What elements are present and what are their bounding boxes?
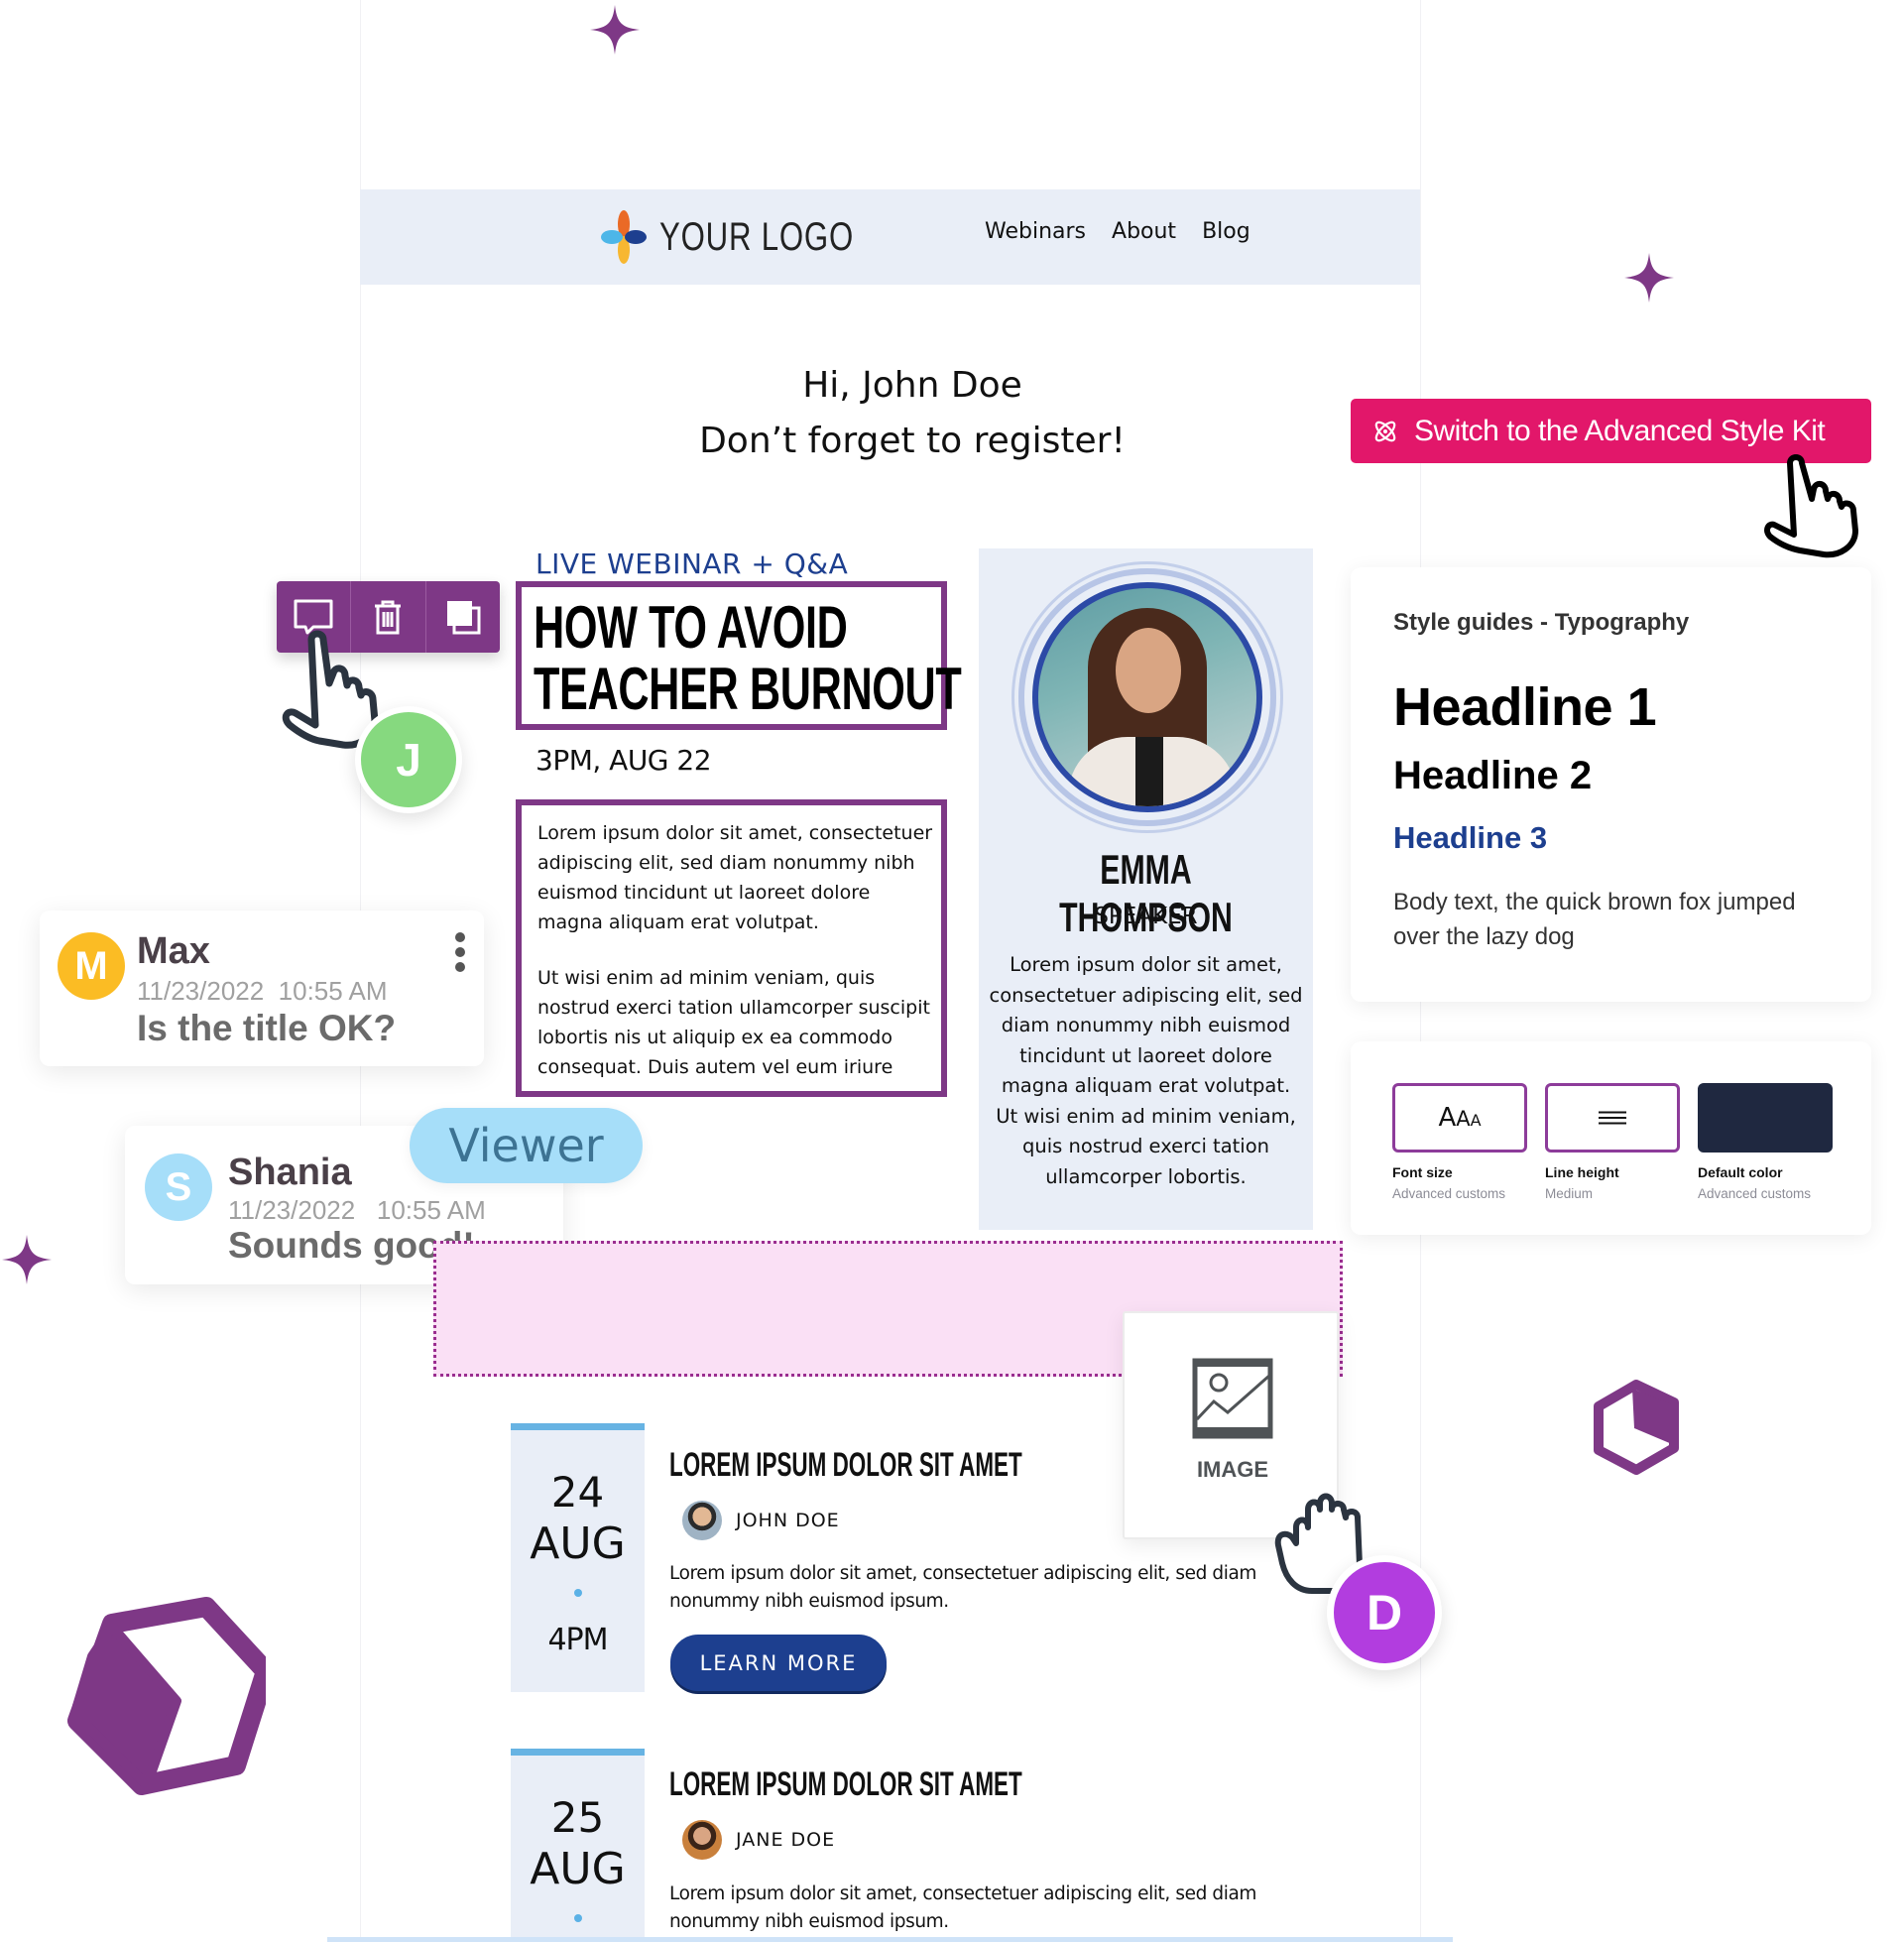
body-text-sample[interactable]: Body text, the quick brown fox jumped ov… — [1393, 885, 1810, 954]
style-guide-card: Style guides - Typography Headline 1 Hea… — [1351, 567, 1871, 1002]
greeting-name: Hi, John Doe — [802, 365, 1022, 406]
logo-text: YOUR LOGO — [659, 214, 854, 259]
event-day: 25 — [550, 1793, 605, 1842]
nav-link-about[interactable]: About — [1112, 219, 1176, 244]
font-size-swatch[interactable]: AAA — [1392, 1083, 1527, 1153]
author-avatar — [682, 1501, 722, 1540]
comment-author: Max — [137, 930, 210, 972]
logo-flower-icon — [601, 210, 647, 264]
event-date-dot — [573, 1914, 582, 1922]
comment-avatar: M — [58, 932, 125, 1000]
event-date-dot — [573, 1589, 582, 1597]
comment-timestamp: 11/23/2022 10:55 AM — [228, 1195, 486, 1226]
sparkle-icon — [590, 5, 640, 55]
hexagon-cube-icon — [67, 1597, 266, 1795]
comment-author: Shania — [228, 1152, 352, 1193]
event-description: Lorem ipsum dolor sit amet, consectetuer… — [669, 1883, 1257, 1932]
webinar-title-line1: HOW TO AVOID — [534, 594, 848, 661]
webinar-datetime: 3PM, AUG 22 — [536, 744, 712, 777]
headline-2-sample[interactable]: Headline 2 — [1393, 754, 1592, 798]
pointer-hand-cursor-icon — [1764, 454, 1858, 558]
navbar: YOUR LOGO Webinars About Blog — [360, 189, 1420, 285]
learn-more-button[interactable]: LEARN MORE — [670, 1635, 887, 1691]
speaker-role: SPEAKER — [1094, 904, 1198, 929]
webinar-title-box[interactable]: HOW TO AVOID TEACHER BURNOUT — [516, 581, 962, 730]
webinar-title-line2: TEACHER BURNOUT — [534, 656, 962, 722]
duplicate-button[interactable] — [426, 581, 500, 653]
event-author: JOHN DOE — [682, 1501, 840, 1540]
default-color-property[interactable]: Default color Advanced customs — [1698, 1083, 1833, 1201]
line-height-swatch[interactable] — [1545, 1083, 1680, 1153]
duplicate-icon — [446, 601, 481, 635]
hexagon-cube-icon-small — [1594, 1380, 1679, 1475]
default-color-value: Advanced customs — [1698, 1186, 1812, 1201]
sparkle-icon — [2, 1235, 52, 1284]
author-name: JOHN DOE — [736, 1510, 840, 1531]
collaborator-avatar-d[interactable]: D — [1327, 1555, 1442, 1670]
event-title: LOREM IPSUM DOLOR SIT AMET — [669, 1765, 1022, 1803]
font-size-value: Advanced customs — [1392, 1186, 1506, 1201]
atom-icon — [1374, 421, 1396, 441]
webinar-body-box[interactable]: Lorem ipsum dolor sit amet, consectetuer… — [516, 799, 947, 1097]
line-height-icon — [1599, 1111, 1626, 1125]
event-title: LOREM IPSUM DOLOR SIT AMET — [669, 1446, 1022, 1484]
event-date-column: 25 AUG — [511, 1749, 645, 1942]
nav-link-blog[interactable]: Blog — [1202, 219, 1250, 244]
default-color-label: Default color — [1698, 1164, 1783, 1180]
style-guide-title: Style guides - Typography — [1393, 609, 1690, 636]
event-month: AUG — [530, 1518, 626, 1569]
webinar-body-paragraph: Lorem ipsum dolor sit amet, consectetuer… — [537, 822, 933, 933]
nav-links: Webinars About Blog — [985, 219, 1250, 244]
nav-link-webinars[interactable]: Webinars — [985, 219, 1086, 244]
event-description: Lorem ipsum dolor sit amet, consectetuer… — [669, 1563, 1257, 1612]
image-placeholder-icon — [1192, 1358, 1273, 1439]
event-month: AUG — [530, 1844, 626, 1894]
headline-1-sample[interactable]: Headline 1 — [1393, 676, 1657, 738]
line-height-label: Line height — [1545, 1164, 1619, 1180]
comment-message: Is the title OK? — [137, 1008, 397, 1048]
comment-date: 11/23/2022 — [137, 976, 265, 1006]
webinar-title: HOW TO AVOID TEACHER BURNOUT — [534, 594, 962, 722]
switch-advanced-style-kit-label: Switch to the Advanced Style Kit — [1414, 414, 1826, 447]
speaker-bio: Lorem ipsum dolor sit amet, consectetuer… — [989, 953, 1303, 1188]
image-block-label: IMAGE — [1196, 1457, 1269, 1482]
speaker-card: EMMA THOMPSON SPEAKER Lorem ipsum dolor … — [979, 548, 1313, 1230]
webinar-label: LIVE WEBINAR + Q&A — [536, 547, 849, 580]
event-time: 4PM — [547, 1623, 608, 1657]
sparkle-icon — [1624, 253, 1674, 303]
viewer-role-badge: Viewer — [410, 1108, 643, 1183]
event-day: 24 — [550, 1468, 605, 1517]
greeting-reminder: Don’t forget to register! — [699, 421, 1126, 461]
bottom-section-bar — [327, 1937, 1453, 1942]
style-properties-card: AAA Font size Advanced customs Line heig… — [1351, 1041, 1871, 1235]
event-author: JANE DOE — [682, 1820, 835, 1860]
font-size-icon: AAA — [1438, 1103, 1482, 1133]
collaborator-avatar-j[interactable]: J — [355, 706, 462, 813]
logo[interactable]: YOUR LOGO — [598, 209, 908, 265]
event-date-column: 24 AUG 4PM — [511, 1423, 645, 1692]
font-size-property[interactable]: AAA Font size Advanced customs — [1392, 1083, 1527, 1201]
font-size-label: Font size — [1392, 1164, 1453, 1180]
comment-timestamp: 11/23/2022 10:55 AM — [137, 976, 388, 1007]
author-name: JANE DOE — [736, 1829, 836, 1851]
line-height-value: Medium — [1545, 1186, 1594, 1201]
author-avatar — [682, 1820, 722, 1860]
comment-avatar: S — [145, 1153, 212, 1221]
headline-3-sample[interactable]: Headline 3 — [1393, 820, 1547, 856]
line-height-property[interactable]: Line height Medium — [1545, 1083, 1680, 1201]
speaker-photo — [1018, 568, 1276, 826]
comment-card[interactable]: M Max 11/23/2022 10:55 AM Is the title O… — [40, 910, 484, 1066]
default-color-swatch[interactable] — [1698, 1083, 1833, 1153]
comment-date: 11/23/2022 — [228, 1195, 356, 1225]
comment-time: 10:55 AM — [376, 1195, 486, 1225]
more-options-icon[interactable] — [454, 932, 466, 972]
comment-time: 10:55 AM — [278, 976, 388, 1006]
webinar-body-paragraph: Ut wisi enim ad minim veniam, quis nostr… — [537, 967, 930, 1078]
